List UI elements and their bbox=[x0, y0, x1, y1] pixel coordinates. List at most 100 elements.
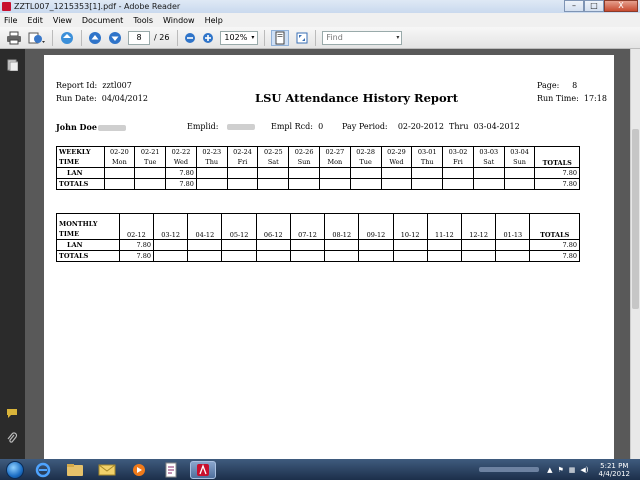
find-input[interactable]: Find ▾ bbox=[322, 30, 403, 45]
print-button[interactable] bbox=[6, 30, 22, 46]
run-time-line: Run Time: 17:18 bbox=[537, 94, 607, 103]
row-total: 7.80 bbox=[534, 178, 580, 190]
table-row: TOTALS 7.80 7.80 bbox=[56, 250, 580, 262]
share-icon bbox=[28, 32, 45, 43]
toolbar-separator bbox=[315, 29, 317, 46]
monthly-month-header: 06-12 bbox=[255, 213, 291, 240]
table-cell bbox=[318, 178, 351, 190]
table-cell bbox=[103, 178, 136, 190]
collaborate-button[interactable] bbox=[59, 30, 75, 46]
fit-page-button[interactable] bbox=[271, 29, 290, 46]
zoom-in-icon bbox=[203, 32, 214, 43]
monthly-month-header: 07-12 bbox=[289, 213, 326, 240]
row-label: LAN bbox=[56, 167, 105, 179]
taskbar-internet-explorer[interactable] bbox=[30, 461, 56, 479]
menu-view[interactable]: View bbox=[53, 16, 72, 25]
menu-help[interactable]: Help bbox=[205, 16, 223, 25]
folder-icon bbox=[67, 463, 83, 476]
network-icon[interactable]: ▦ bbox=[569, 466, 576, 474]
table-cell bbox=[503, 167, 536, 179]
monthly-totals-header: TOTALS bbox=[529, 213, 580, 240]
empl-rcd: 0 bbox=[318, 122, 324, 131]
table-cell bbox=[358, 239, 394, 251]
scrollbar-thumb[interactable] bbox=[632, 129, 639, 309]
toolbar: 8 / 26 102% ▾ Find ▾ bbox=[0, 27, 640, 49]
menu-tools[interactable]: Tools bbox=[133, 16, 153, 25]
weekly-day-header: 02-23 Thu bbox=[195, 146, 228, 168]
table-cell bbox=[380, 178, 413, 190]
monthly-month-header: 10-12 bbox=[392, 213, 428, 240]
menu-window[interactable]: Window bbox=[163, 16, 195, 25]
system-tray: ▲ ⚑ ▦ ◀) 5:21 PM 4/4/2012 bbox=[479, 459, 640, 480]
adobe-reader-icon bbox=[197, 463, 209, 476]
pdf-page: Report Id: zztl007 Run Date: 04/04/2012 … bbox=[44, 55, 614, 459]
weekly-day-header: 02-22 Wed bbox=[165, 146, 197, 168]
zoom-out-button[interactable] bbox=[184, 30, 196, 46]
zoom-select[interactable]: 102% ▾ bbox=[220, 30, 259, 45]
full-screen-button[interactable] bbox=[295, 30, 309, 46]
report-id: zztl007 bbox=[102, 81, 132, 90]
clock[interactable]: 5:21 PM 4/4/2012 bbox=[599, 462, 630, 478]
taskbar-adobe-reader[interactable] bbox=[190, 460, 216, 479]
pages-panel-icon[interactable] bbox=[6, 59, 18, 71]
comment-icon[interactable] bbox=[6, 407, 18, 419]
table-cell bbox=[187, 250, 223, 262]
table-row: LAN 7.80 7.80 bbox=[56, 167, 580, 179]
empl-rcd-label: Empl Rcd: bbox=[271, 122, 313, 131]
monthly-header-row: MONTHLY TIME 02-12 03-12 04-12 05-12 06-12 07-1… bbox=[56, 213, 580, 240]
table-cell: 7.80 bbox=[165, 178, 197, 190]
maximize-button[interactable]: □ bbox=[584, 0, 604, 12]
menu-edit[interactable]: Edit bbox=[27, 16, 43, 25]
pay-period-line: Pay Period: 02-20-2012 Thru 03-04-2012 bbox=[342, 122, 520, 131]
weekly-day-header: 02-29 Wed bbox=[380, 146, 413, 168]
page-label: Page: bbox=[537, 81, 560, 90]
previous-page-button[interactable] bbox=[88, 30, 102, 46]
taskbar-document-app[interactable] bbox=[158, 461, 184, 479]
volume-icon[interactable]: ◀) bbox=[580, 466, 588, 474]
run-time: 17:18 bbox=[583, 94, 607, 103]
share-button[interactable] bbox=[28, 30, 46, 46]
table-cell bbox=[495, 250, 531, 262]
show-hidden-icons-icon[interactable]: ▲ bbox=[547, 466, 552, 474]
page-number-input[interactable]: 8 bbox=[128, 30, 150, 45]
paperclip-icon[interactable] bbox=[6, 432, 18, 444]
table-cell bbox=[257, 178, 290, 190]
taskbar-outlook[interactable] bbox=[94, 461, 120, 479]
taskbar-explorer[interactable] bbox=[62, 461, 88, 479]
table-cell bbox=[495, 239, 531, 251]
arrow-up-icon bbox=[89, 31, 101, 44]
document-viewport[interactable]: Report Id: zztl007 Run Date: 04/04/2012 … bbox=[25, 49, 630, 459]
weekly-header-row: WEEKLY TIME 02-20 Mon 02-21 Tue 02-22 Wed 02-23 T… bbox=[56, 146, 580, 168]
weekly-time-table: WEEKLY TIME 02-20 Mon 02-21 Tue 02-22 Wed 02-23 T… bbox=[56, 146, 580, 190]
table-row: TOTALS 7.80 7.80 bbox=[56, 178, 580, 190]
close-button[interactable]: X bbox=[604, 0, 638, 12]
clock-time: 5:21 PM bbox=[600, 461, 629, 470]
next-page-button[interactable] bbox=[108, 30, 122, 46]
print-icon bbox=[7, 31, 21, 44]
vertical-scrollbar[interactable] bbox=[630, 49, 640, 459]
toolbar-separator bbox=[81, 29, 82, 46]
weekly-day-header: 02-27 Mon bbox=[318, 146, 351, 168]
weekly-day-header: 03-04 Sun bbox=[503, 146, 536, 168]
taskbar-media-player[interactable] bbox=[126, 461, 152, 479]
employee-name: John Doe bbox=[56, 122, 97, 132]
pay-period-label: Pay Period: bbox=[342, 122, 388, 131]
collaborate-icon bbox=[61, 31, 73, 44]
minimize-button[interactable]: – bbox=[564, 0, 584, 12]
table-cell bbox=[153, 250, 189, 262]
clock-date: 4/4/2012 bbox=[598, 469, 630, 478]
flag-icon[interactable]: ⚑ bbox=[558, 466, 564, 474]
row-label: LAN bbox=[56, 239, 120, 251]
table-cell bbox=[195, 178, 228, 190]
monthly-month-header: 05-12 bbox=[221, 213, 257, 240]
menu-file[interactable]: File bbox=[4, 16, 17, 25]
table-row: LAN 7.80 7.80 bbox=[56, 239, 580, 251]
zoom-in-button[interactable] bbox=[202, 30, 214, 46]
start-button[interactable] bbox=[6, 460, 24, 479]
table-cell bbox=[187, 239, 223, 251]
find-placeholder: Find bbox=[326, 32, 343, 42]
toolbar-separator bbox=[52, 29, 53, 46]
menu-document[interactable]: Document bbox=[82, 16, 123, 25]
report-id-line: Report Id: zztl007 bbox=[56, 81, 132, 90]
table-cell: 7.80 bbox=[118, 250, 155, 262]
